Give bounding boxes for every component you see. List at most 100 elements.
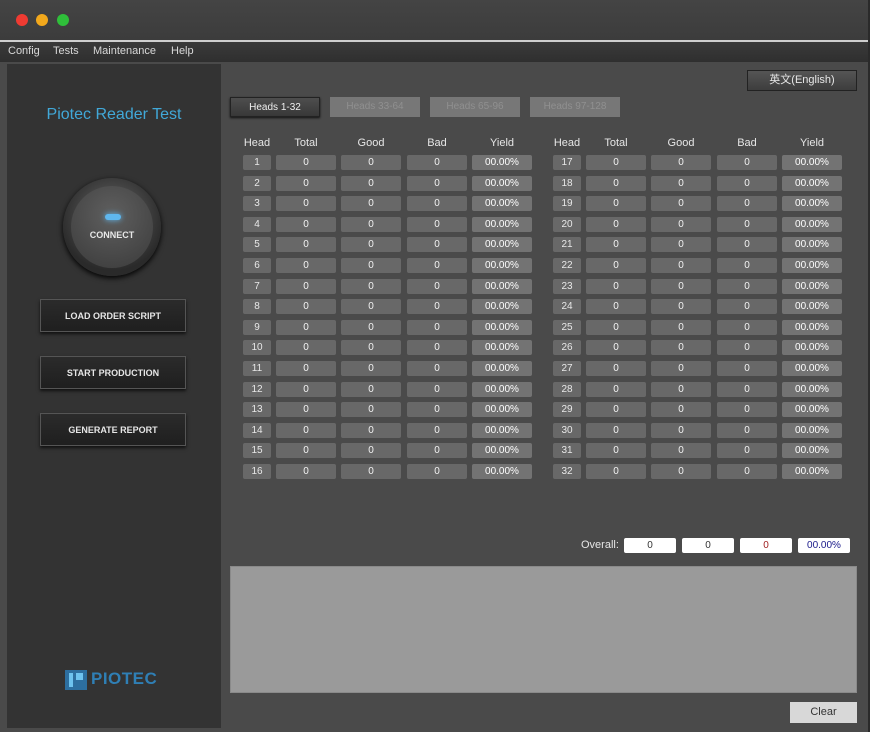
yield-value: 00.00% [782,340,842,356]
log-output-area[interactable] [230,566,857,693]
total-count: 0 [586,402,646,418]
total-count: 0 [586,175,646,191]
head-number: 5 [243,237,271,253]
maximize-window-button[interactable] [57,14,69,26]
start-production-button[interactable]: START PRODUCTION [40,356,186,389]
language-button[interactable]: 英文(English) [747,70,857,91]
load-order-script-button[interactable]: LOAD ORDER SCRIPT [40,299,186,332]
bad-count: 0 [717,299,777,315]
head-number: 9 [243,319,271,335]
good-count: 0 [341,155,401,170]
good-count: 0 [651,237,711,253]
good-count: 0 [341,464,401,479]
yield-value: 00.00% [782,299,842,315]
column-header-total: Total [294,137,318,149]
app-window: Config Tests Maintenance Help Piotec Rea… [0,0,870,732]
yield-value: 00.00% [472,443,532,459]
total-count: 0 [276,443,336,459]
menu-tests[interactable]: Tests [53,45,79,57]
menu-config[interactable]: Config [8,45,40,57]
yield-value: 00.00% [472,422,532,438]
bad-count: 0 [717,422,777,438]
head-number: 3 [243,196,271,212]
yield-value: 00.00% [472,464,532,479]
bad-count: 0 [407,361,467,376]
title-bar [0,0,870,40]
clear-button[interactable]: Clear [790,702,857,723]
good-count: 0 [651,464,711,479]
head-number: 2 [243,175,271,191]
menu-maintenance[interactable]: Maintenance [93,45,156,57]
good-count: 0 [651,196,711,212]
connect-button[interactable]: CONNECT [71,186,153,268]
total-count: 0 [276,340,336,356]
column-header-good: Good [667,137,695,149]
yield-value: 00.00% [472,237,532,253]
bad-count: 0 [407,258,467,273]
head-number: 14 [243,422,271,438]
good-count: 0 [341,299,401,315]
yield-value: 00.00% [782,216,842,232]
bad-count: 0 [407,464,467,479]
tab-heads-1-32[interactable]: Heads 1-32 [230,97,320,117]
close-window-button[interactable] [16,14,28,26]
bad-count: 0 [717,175,777,191]
yield-value: 00.00% [782,464,842,479]
column-header-head: Head [553,137,581,149]
good-count: 0 [341,237,401,253]
bad-count: 0 [407,443,467,459]
good-count: 0 [341,443,401,459]
good-count: 0 [341,278,401,294]
yield-value: 00.00% [472,278,532,294]
good-count: 0 [341,422,401,438]
connect-label: CONNECT [89,230,135,240]
total-count: 0 [276,155,336,170]
yield-value: 00.00% [472,402,532,418]
connect-button-ring: CONNECT [63,178,161,276]
bad-count: 0 [407,278,467,294]
menu-bar: Config Tests Maintenance Help [0,40,868,62]
column-header-total: Total [604,137,628,149]
overall-yield: 00.00% [798,538,850,553]
total-count: 0 [276,278,336,294]
tab-heads-97-128[interactable]: Heads 97-128 [530,97,620,117]
generate-report-button[interactable]: GENERATE REPORT [40,413,186,446]
total-count: 0 [276,258,336,273]
yield-value: 00.00% [782,402,842,418]
total-count: 0 [276,361,336,376]
total-count: 0 [586,361,646,376]
overall-good: 0 [682,538,734,553]
head-number: 11 [243,361,271,376]
good-count: 0 [651,175,711,191]
head-number: 20 [553,216,581,232]
head-number: 17 [553,155,581,170]
head-number: 10 [243,340,271,356]
bad-count: 0 [407,237,467,253]
bad-count: 0 [407,340,467,356]
bad-count: 0 [717,464,777,479]
good-count: 0 [651,361,711,376]
head-number: 32 [553,464,581,479]
bad-count: 0 [717,361,777,376]
bad-count: 0 [717,196,777,212]
yield-value: 00.00% [472,258,532,273]
head-number: 23 [553,278,581,294]
total-count: 0 [276,237,336,253]
tab-heads-65-96[interactable]: Heads 65-96 [430,97,520,117]
yield-value: 00.00% [782,196,842,212]
total-count: 0 [586,237,646,253]
yield-value: 00.00% [782,175,842,191]
total-count: 0 [586,464,646,479]
head-number: 26 [553,340,581,356]
bad-count: 0 [407,402,467,418]
good-count: 0 [651,299,711,315]
bad-count: 0 [407,175,467,191]
total-count: 0 [586,422,646,438]
menu-help[interactable]: Help [171,45,194,57]
minimize-window-button[interactable] [36,14,48,26]
total-count: 0 [586,340,646,356]
tab-heads-33-64[interactable]: Heads 33-64 [330,97,420,117]
bad-count: 0 [717,278,777,294]
total-count: 0 [276,422,336,438]
total-count: 0 [586,258,646,273]
